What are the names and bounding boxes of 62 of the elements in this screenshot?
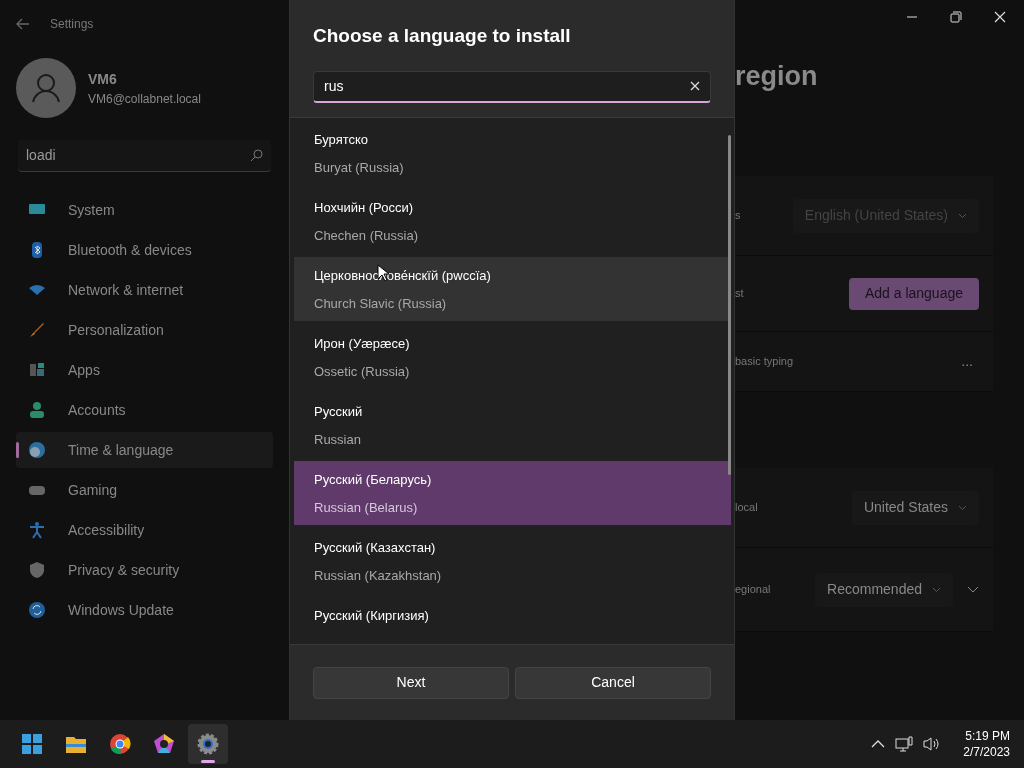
scrollbar[interactable] (728, 135, 731, 475)
setting-label: st (735, 286, 744, 302)
nav-item[interactable]: Gaming (16, 472, 273, 508)
taskbar-app[interactable] (188, 724, 228, 764)
dropdown[interactable]: United States (851, 490, 979, 525)
window-title: Settings (50, 16, 94, 33)
language-item[interactable]: Бурятско Buryat (Russia) (294, 121, 731, 185)
chevron-up-icon[interactable] (871, 739, 886, 749)
search-field[interactable]: rus (313, 70, 711, 103)
nav-item[interactable]: Bluetooth & devices (16, 232, 273, 268)
language-item[interactable]: Русский (Киргизия) (294, 597, 731, 644)
nav-item[interactable]: Network & internet (16, 272, 273, 308)
accessibility-icon (28, 521, 46, 539)
user-name: VM6 (88, 69, 118, 89)
setting-label: s (735, 208, 741, 224)
start-icon (20, 732, 44, 756)
search-field[interactable]: loadi (18, 140, 271, 172)
gear-icon (196, 732, 220, 756)
apps-icon (28, 361, 46, 379)
dialog-title: Choose a language to install (313, 24, 572, 48)
nav-item[interactable]: Apps (16, 352, 273, 388)
language-item[interactable]: Русский (Казахстан) Russian (Kazakhstan) (294, 529, 731, 593)
chevron-down-icon (932, 586, 941, 593)
setting-label: basic typing (735, 354, 794, 370)
expand-icon[interactable] (967, 585, 979, 594)
brush-icon (28, 321, 46, 339)
maximize-icon[interactable] (950, 11, 962, 23)
volume-icon[interactable] (923, 736, 942, 752)
network-icon[interactable] (895, 736, 914, 752)
setting-label: egional (735, 582, 771, 598)
nav-item[interactable]: Privacy & security (16, 552, 273, 588)
clear-icon[interactable] (690, 81, 700, 91)
search-icon[interactable] (250, 149, 263, 162)
dialog-button[interactable]: Next (313, 666, 509, 699)
back-icon[interactable] (16, 18, 30, 30)
close-icon[interactable] (994, 11, 1006, 23)
setting-label: local (735, 500, 758, 516)
more-button[interactable]: ... (961, 351, 973, 372)
dialog-button[interactable]: Cancel (515, 666, 711, 699)
update-icon (28, 601, 46, 619)
pentagon-icon (152, 732, 176, 756)
language-item[interactable]: Нохчийн (Росси) Chechen (Russia) (294, 189, 731, 253)
chevron-down-icon (958, 504, 967, 511)
chevron-down-icon (958, 212, 967, 219)
nav-item[interactable]: Accounts (16, 392, 273, 428)
language-item[interactable]: Ирон (Уæрæсе) Ossetic (Russia) (294, 325, 731, 389)
person-icon (28, 401, 46, 419)
nav-item[interactable]: System (16, 192, 273, 228)
language-item[interactable]: Русский Russian (294, 393, 731, 457)
shield-icon (28, 561, 46, 579)
clock-time[interactable]: 5:19 PM (965, 728, 1010, 744)
nav-item[interactable]: Windows Update (16, 592, 273, 628)
nav-item[interactable]: Accessibility (16, 512, 273, 548)
language-item[interactable]: Русский (Беларусь) Russian (Belarus) (294, 461, 731, 525)
nav-item[interactable]: Personalization (16, 312, 273, 348)
dropdown[interactable]: Recommended (815, 572, 953, 607)
nav-item[interactable]: Time & language (16, 432, 273, 468)
avatar-icon (16, 58, 76, 118)
user-email: VM6@collabnet.local (88, 90, 201, 108)
clock-date[interactable]: 2/7/2023 (963, 744, 1010, 760)
browser-icon (108, 732, 132, 756)
page-title: region (735, 60, 819, 93)
